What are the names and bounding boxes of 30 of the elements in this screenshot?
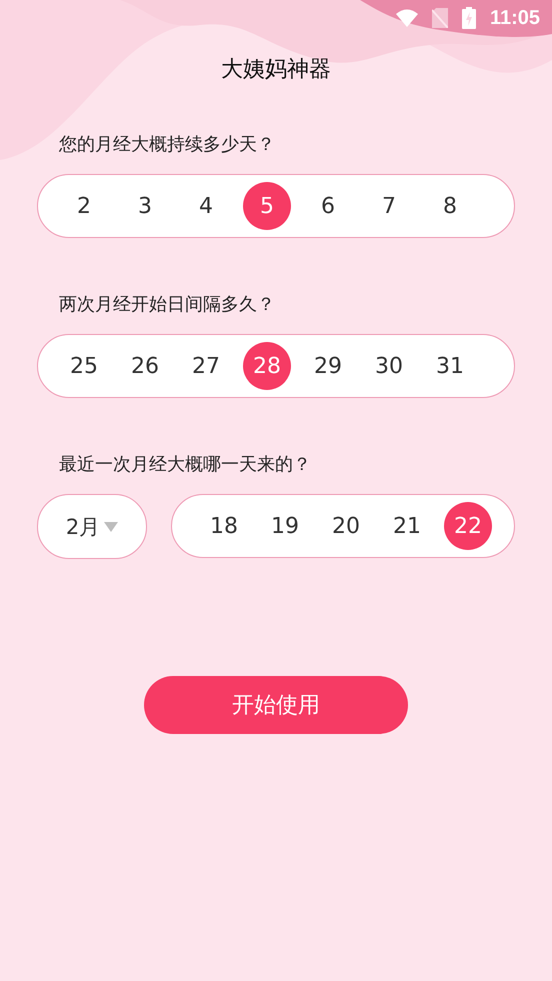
question-prompt: 两次月经开始日间隔多久？ — [58, 293, 276, 316]
option-number[interactable]: 28 — [243, 342, 291, 390]
option-number[interactable]: 27 — [182, 342, 230, 390]
month-dropdown[interactable]: 2月 — [37, 494, 147, 559]
option-number[interactable]: 5 — [243, 182, 291, 230]
status-time: 11:05 — [490, 6, 540, 30]
option-number[interactable]: 18 — [200, 502, 248, 550]
no-sim-icon — [432, 8, 448, 28]
option-number[interactable]: 25 — [60, 342, 108, 390]
wifi-icon — [396, 9, 418, 27]
option-number[interactable]: 4 — [182, 182, 230, 230]
option-number[interactable]: 7 — [365, 182, 413, 230]
option-number[interactable]: 30 — [365, 342, 413, 390]
option-number[interactable]: 20 — [322, 502, 370, 550]
question-prompt: 您的月经大概持续多少天？ — [58, 133, 276, 156]
question-prompt: 最近一次月经大概哪一天来的？ — [58, 453, 312, 476]
option-number[interactable]: 29 — [304, 342, 352, 390]
option-number[interactable]: 2 — [60, 182, 108, 230]
option-number[interactable]: 3 — [121, 182, 169, 230]
start-button[interactable]: 开始使用 — [144, 676, 408, 734]
option-number[interactable]: 19 — [261, 502, 309, 550]
battery-charging-icon — [462, 7, 476, 29]
dropdown-caret-icon — [104, 522, 118, 532]
option-number[interactable]: 31 — [426, 342, 474, 390]
option-number[interactable]: 26 — [121, 342, 169, 390]
app-title: 大姨妈神器 — [220, 56, 332, 84]
option-number[interactable]: 8 — [426, 182, 474, 230]
option-number[interactable]: 21 — [383, 502, 431, 550]
option-number[interactable]: 6 — [304, 182, 352, 230]
option-number[interactable]: 22 — [444, 502, 492, 550]
